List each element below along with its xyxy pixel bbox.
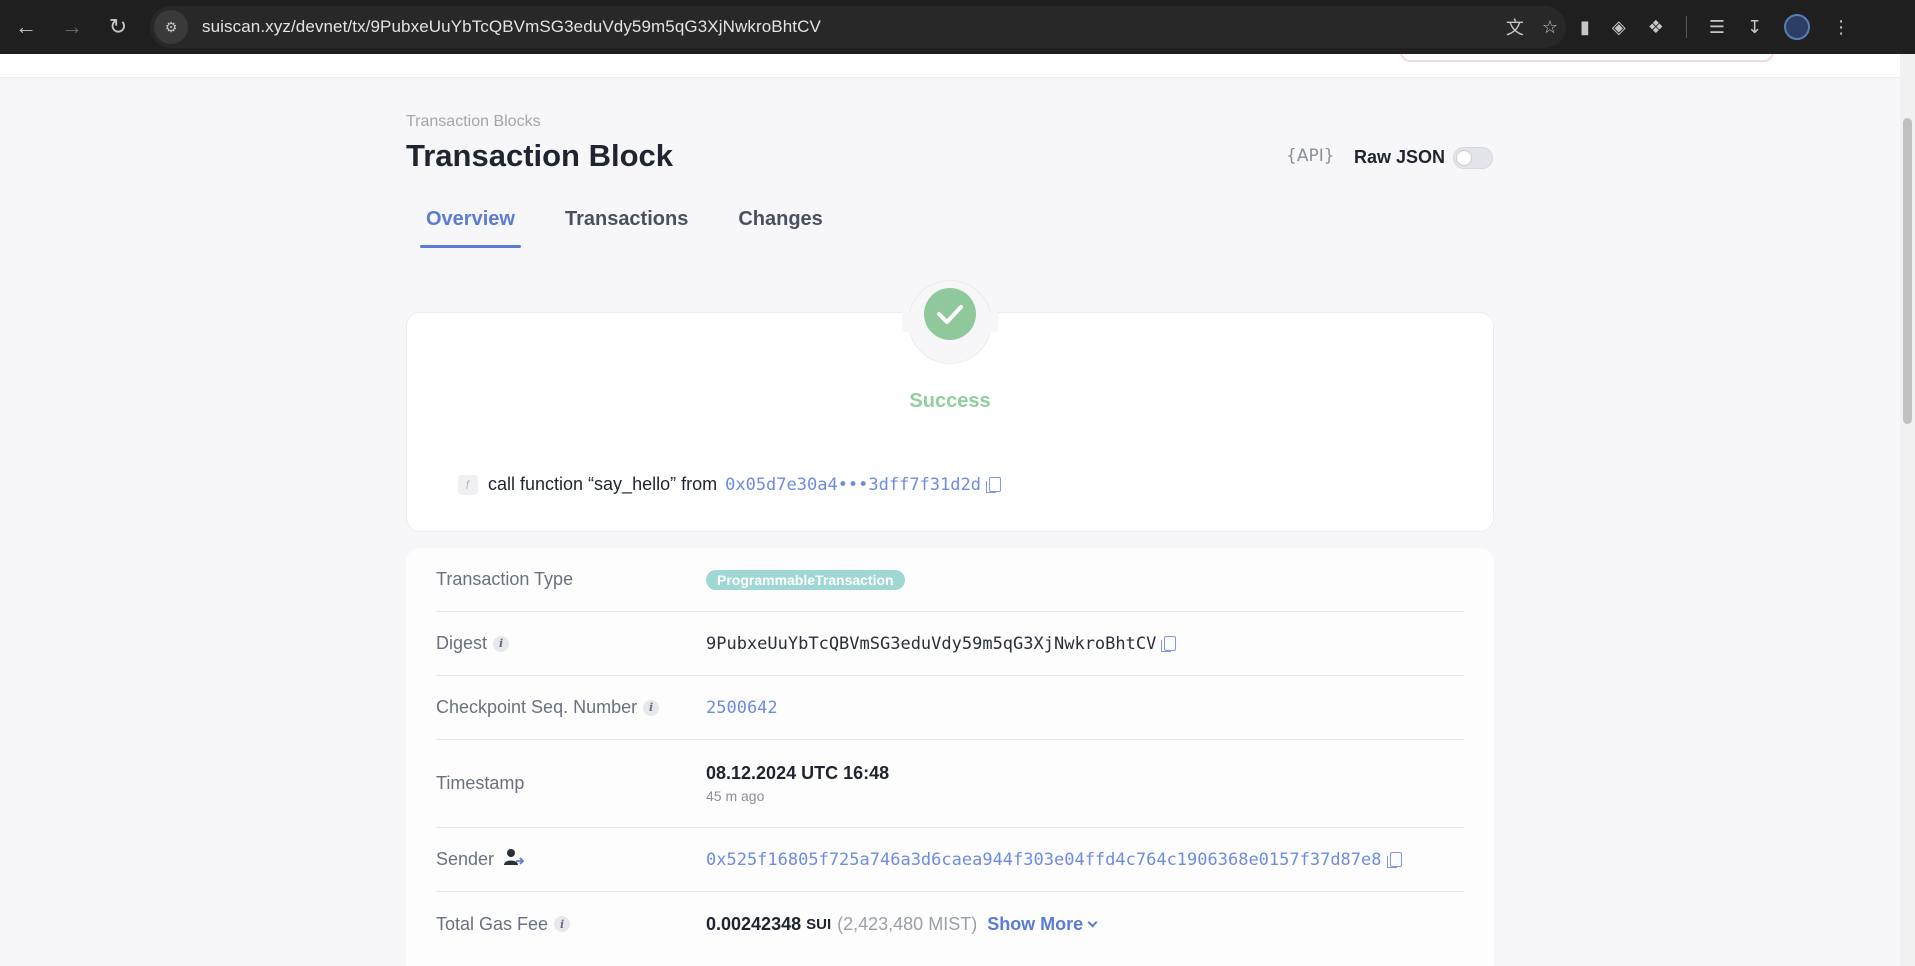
translate-icon[interactable]: 文	[1506, 14, 1524, 40]
site-info-icon[interactable]: ⚙	[154, 10, 188, 44]
site-header	[0, 54, 1900, 78]
gas-mist: (2,423,480 MIST)	[837, 913, 978, 934]
sender-address-link[interactable]: 0x525f16805f725a746a3d6caea944f303e04ffd…	[706, 850, 1382, 870]
label-transaction-type: Transaction Type	[436, 569, 574, 589]
success-check-icon	[924, 288, 976, 340]
label-checkpoint-wrap: Checkpoint Seq. Number i	[436, 697, 706, 718]
label-digest-wrap: Digest i	[436, 633, 706, 654]
call-text: call function “say_hello” from	[488, 474, 718, 494]
raw-json-label: Raw JSON	[1354, 147, 1446, 167]
extension-drop-icon[interactable]: ◈	[1612, 17, 1626, 38]
row-sender: Sender 0x525f16805f725a746a3d6caea944f30…	[436, 828, 1464, 892]
package-address-link[interactable]: 0x05d7e30a4•••3dff7f31d2d	[725, 475, 981, 495]
show-more-button[interactable]: Show More	[987, 913, 1098, 935]
info-icon[interactable]: i	[643, 699, 660, 716]
tab-changes[interactable]: Changes	[732, 204, 828, 248]
label-gas-fee: Total Gas Fee	[436, 913, 549, 934]
transaction-type-badge: ProgrammableTransaction	[706, 569, 905, 590]
page-title: Transaction Block	[406, 138, 674, 173]
user-arrow-icon	[504, 848, 525, 871]
label-checkpoint: Checkpoint Seq. Number	[436, 697, 638, 717]
tab-bar: Overview Transactions Changes	[420, 204, 867, 248]
url-text[interactable]: suiscan.xyz/devnet/tx/9PubxeUuYbTcQBVmSG…	[202, 17, 821, 37]
reload-icon[interactable]: ↻	[98, 7, 138, 47]
label-sender-wrap: Sender	[436, 848, 706, 871]
chevron-down-icon	[1087, 917, 1098, 927]
checkpoint-link[interactable]: 2500642	[706, 698, 778, 718]
breadcrumb[interactable]: Transaction Blocks	[406, 113, 541, 131]
gas-amount: 0.00242348	[706, 913, 802, 934]
call-summary: ƒ call function “say_hello” from 0x05d7e…	[458, 474, 1001, 495]
browser-menu-icon[interactable]: ⋮	[1832, 17, 1850, 38]
scrollbar-thumb[interactable]	[1903, 118, 1912, 424]
address-bar[interactable]: ⚙ suiscan.xyz/devnet/tx/9PubxeUuYbTcQBVm…	[150, 6, 1566, 48]
row-digest: Digest i 9PubxeUuYbTcQBVmSG3eduVdy59m5qG…	[436, 612, 1464, 676]
profile-avatar[interactable]	[1784, 14, 1811, 40]
page-content: Transaction Blocks Transaction Block {AP…	[0, 54, 1900, 966]
function-icon: ƒ	[458, 474, 478, 495]
label-digest: Digest	[436, 633, 488, 653]
row-gas-fee: Total Gas Fee i 0.00242348 SUI (2,423,48…	[436, 892, 1464, 956]
gas-unit: SUI	[806, 915, 832, 933]
row-transaction-type: Transaction Type ProgrammableTransaction	[436, 548, 1464, 612]
tab-transactions[interactable]: Transactions	[559, 204, 694, 248]
row-checkpoint: Checkpoint Seq. Number i 2500642	[436, 676, 1464, 740]
back-icon[interactable]: ←	[6, 7, 46, 47]
forward-icon[interactable]: →	[52, 7, 92, 47]
extensions-puzzle-icon[interactable]: ❖	[1648, 17, 1664, 38]
status-text: Success	[909, 390, 991, 412]
media-control-icon[interactable]: ☰	[1709, 17, 1725, 38]
toggle-knob	[1456, 150, 1472, 166]
info-icon[interactable]: i	[554, 916, 571, 932]
label-sender: Sender	[436, 849, 495, 869]
raw-json-toggle[interactable]	[1453, 147, 1493, 169]
show-more-label: Show More	[987, 913, 1084, 934]
timestamp-value: 08.12.2024 UTC 16:48	[706, 763, 890, 783]
copy-icon[interactable]	[985, 477, 1001, 493]
info-icon[interactable]: i	[493, 635, 510, 652]
bookmark-star-icon[interactable]: ☆	[1542, 17, 1558, 38]
timestamp-relative: 45 m ago	[706, 788, 765, 804]
toolbar-divider	[1685, 16, 1687, 38]
row-timestamp: Timestamp 08.12.2024 UTC 16:48 45 m ago	[436, 740, 1464, 828]
extension-wallet-icon[interactable]: ▮	[1580, 17, 1590, 38]
download-icon[interactable]: ↧	[1747, 17, 1762, 38]
api-button[interactable]: {API}	[1286, 146, 1335, 166]
digest-value: 9PubxeUuYbTcQBVmSG3eduVdy59m5qG3XjNwkroB…	[706, 633, 1157, 654]
page-scrollbar[interactable]	[1900, 54, 1915, 966]
label-gas-wrap: Total Gas Fee i	[436, 914, 706, 935]
header-search-pill[interactable]	[1400, 54, 1774, 62]
label-timestamp: Timestamp	[436, 773, 525, 793]
tab-overview[interactable]: Overview	[420, 204, 521, 248]
copy-icon[interactable]	[1161, 636, 1177, 652]
browser-toolbar: ← → ↻ ⚙ suiscan.xyz/devnet/tx/9PubxeUuYb…	[0, 0, 1915, 54]
details-panel: Transaction Type ProgrammableTransaction…	[406, 548, 1494, 966]
copy-icon[interactable]	[1386, 852, 1402, 868]
